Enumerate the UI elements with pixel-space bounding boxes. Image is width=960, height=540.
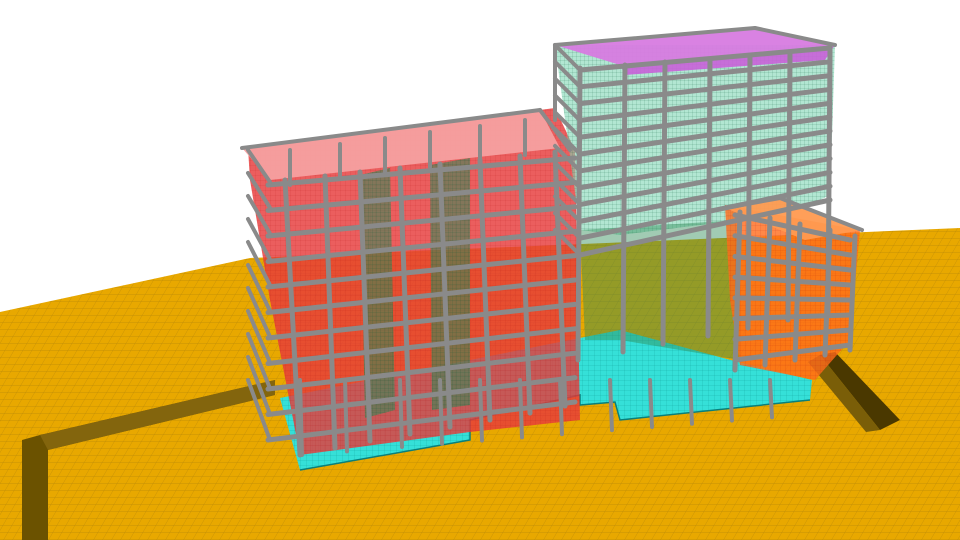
column bbox=[608, 378, 614, 433]
floor-beam bbox=[732, 312, 853, 322]
column bbox=[575, 65, 583, 363]
column bbox=[660, 59, 668, 347]
fem-building-model bbox=[0, 26, 960, 540]
column bbox=[745, 53, 753, 331]
column bbox=[518, 378, 524, 440]
column bbox=[478, 378, 484, 443]
column bbox=[298, 378, 304, 457]
column bbox=[398, 378, 404, 449]
column bbox=[728, 378, 734, 423]
column bbox=[648, 378, 654, 429]
model-viewport[interactable] bbox=[0, 0, 960, 540]
column bbox=[705, 56, 713, 339]
column bbox=[620, 62, 628, 355]
column bbox=[438, 378, 444, 446]
column bbox=[343, 378, 349, 454]
column bbox=[688, 378, 694, 426]
floor-beam bbox=[732, 295, 853, 303]
column bbox=[558, 378, 564, 437]
column bbox=[768, 378, 774, 420]
